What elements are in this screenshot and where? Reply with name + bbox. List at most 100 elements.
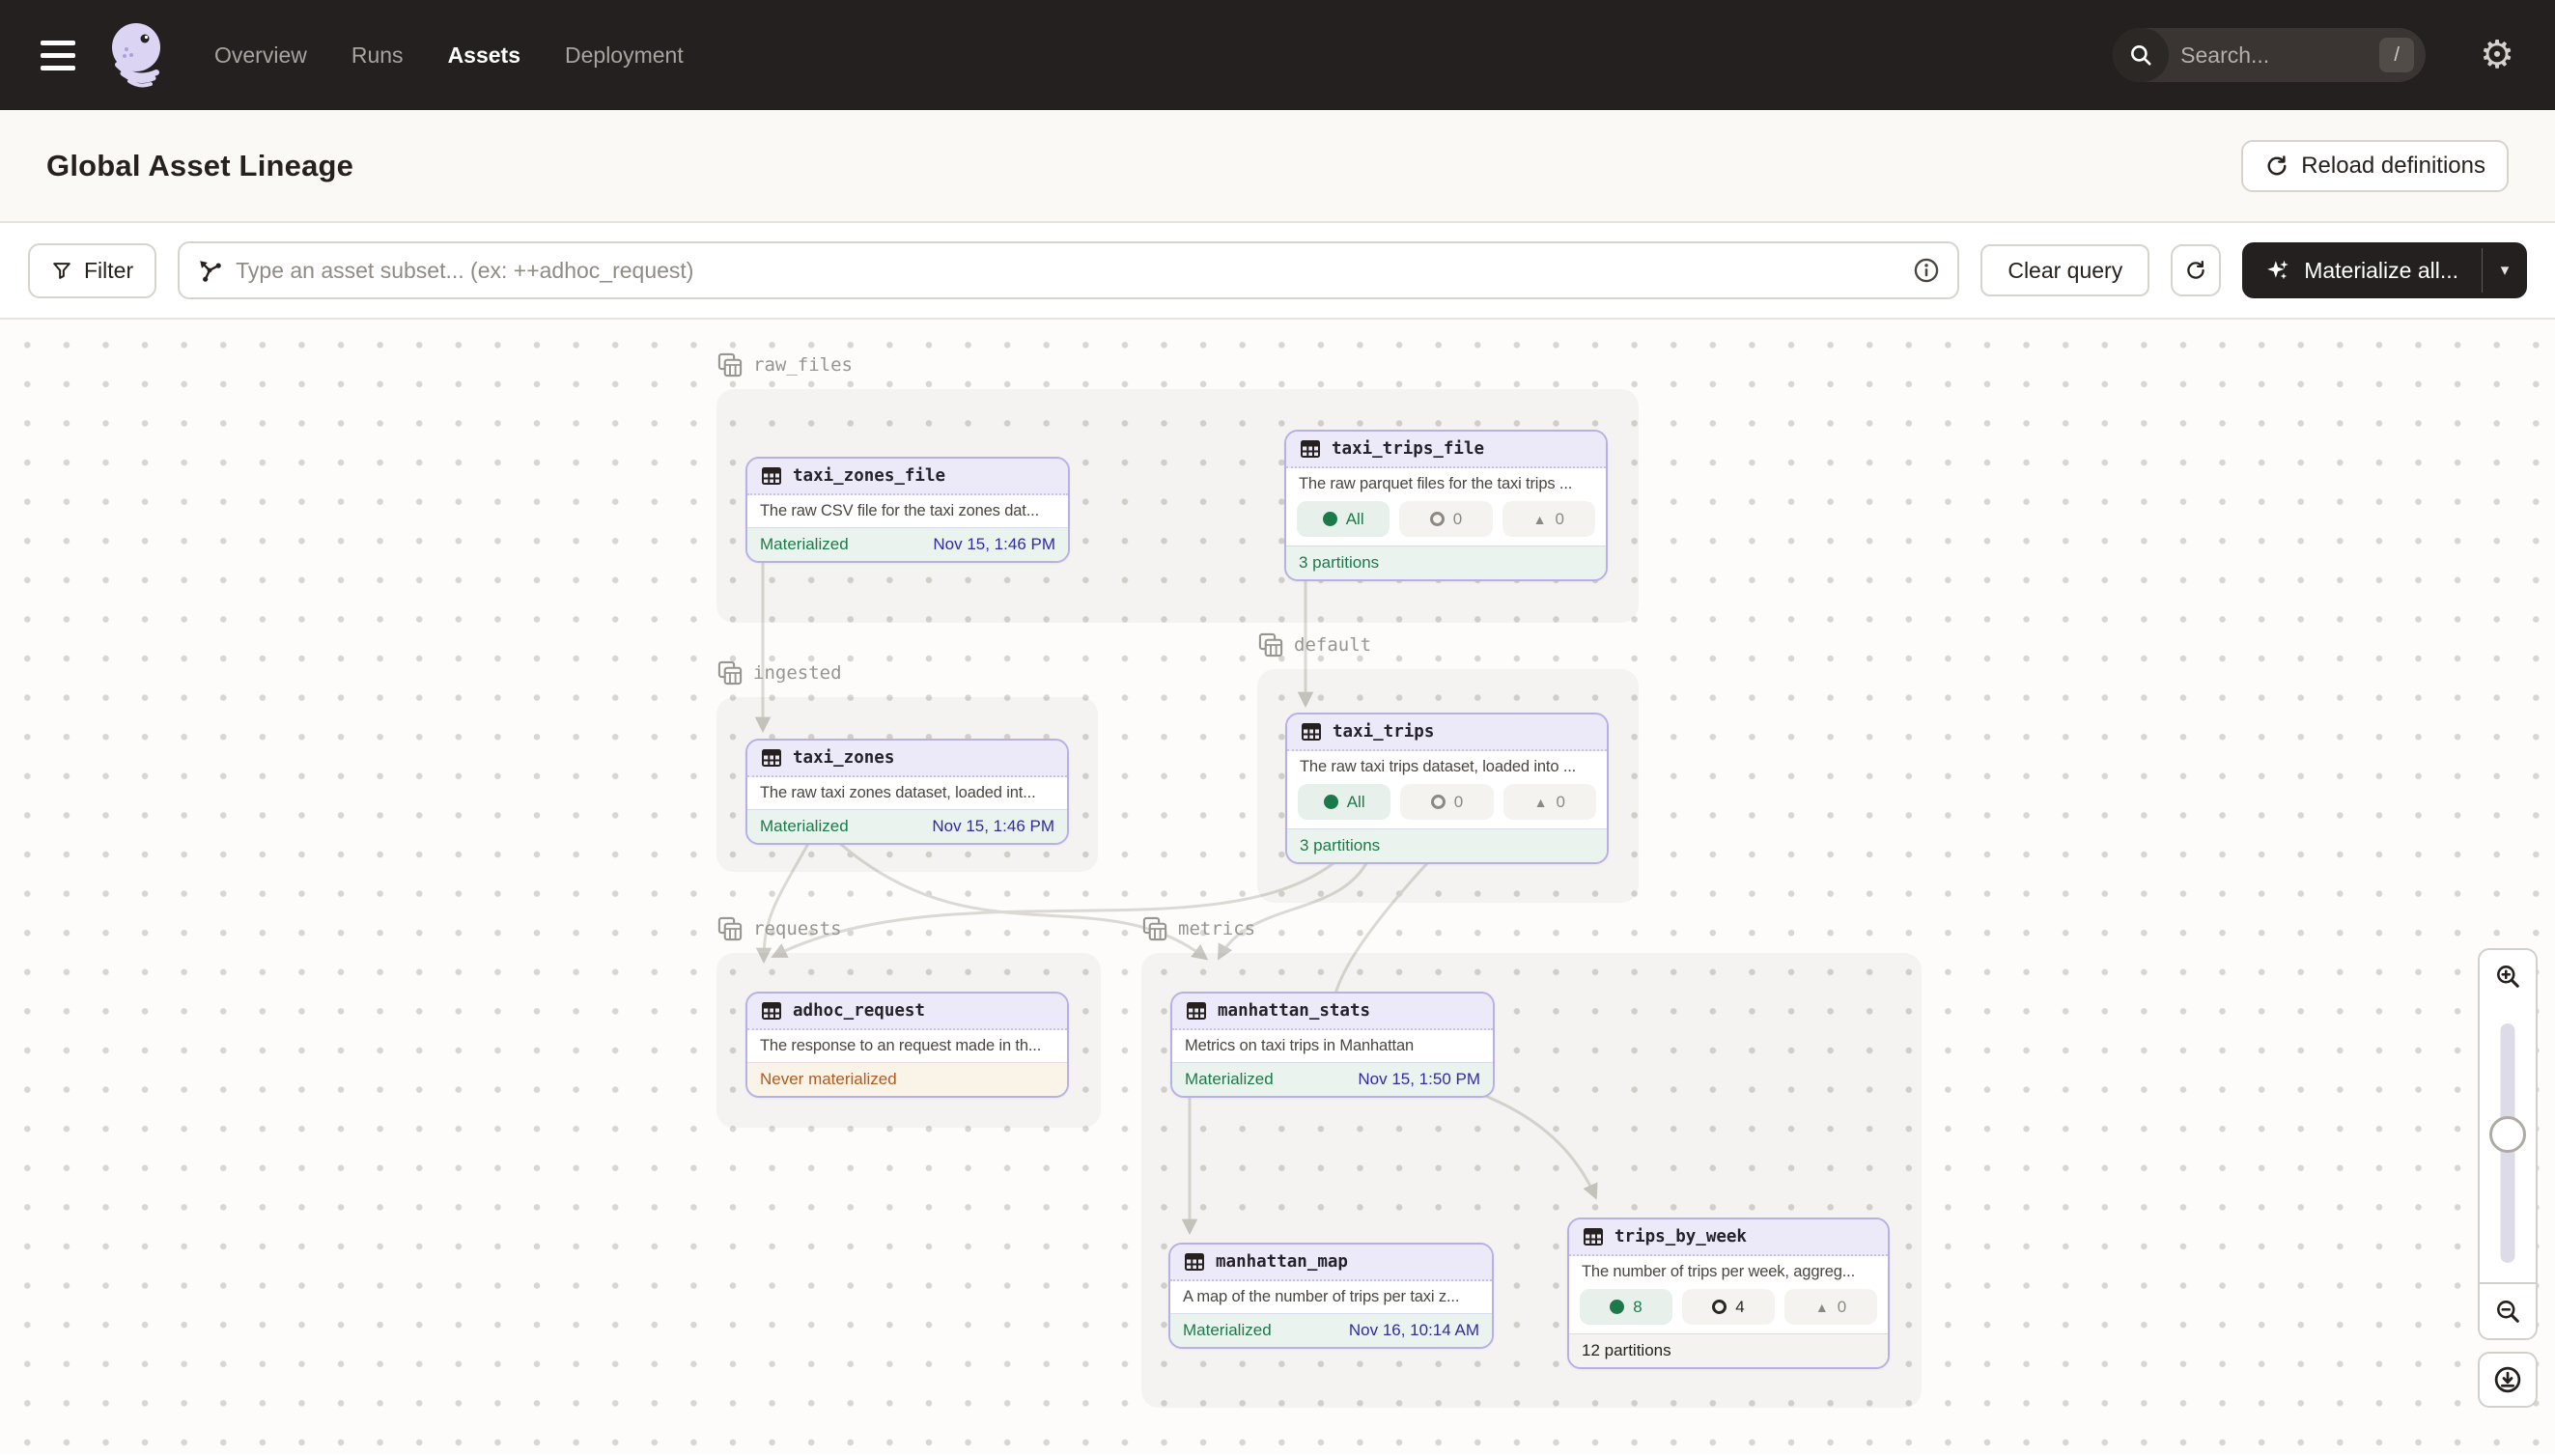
nav-link-runs[interactable]: Runs [351,42,404,69]
asset-node-taxi-trips[interactable]: taxi_trips The raw taxi trips dataset, l… [1285,713,1609,864]
download-image-button[interactable] [2478,1352,2538,1408]
missing-partitions-badge[interactable]: 0 [1784,1289,1877,1325]
reload-definitions-button[interactable]: Reload definitions [2241,140,2509,192]
lineage-canvas[interactable]: raw_files ingested default requests metr… [0,320,2555,1454]
asset-description: The number of trips per week, aggreg... [1569,1256,1888,1288]
triangle-icon [1533,510,1547,529]
table-icon [760,746,783,770]
ring-icon [1431,795,1446,809]
ring-icon [1430,512,1445,526]
materialization-timestamp[interactable]: Nov 16, 10:14 AM [1349,1321,1479,1340]
asset-query-input[interactable] [236,258,1899,284]
nav-link-deployment[interactable]: Deployment [565,42,684,69]
group-label-requests[interactable]: requests [716,914,842,943]
info-icon[interactable] [1913,257,1940,284]
materialize-all-button[interactable]: Materialize all... ▾ [2242,242,2527,298]
asset-node-manhattan-map[interactable]: manhattan_map A map of the number of tri… [1168,1243,1494,1349]
zoom-slider[interactable] [2478,1002,2538,1284]
filter-button[interactable]: Filter [28,243,156,298]
status-label: Materialized [1183,1321,1272,1340]
status-label: Never materialized [760,1070,897,1089]
status-label: Materialized [760,817,849,836]
partitions-count: 12 partitions [1582,1341,1671,1360]
asset-node-header: trips_by_week [1569,1219,1888,1256]
gear-icon[interactable]: ⚙ [2480,36,2514,74]
asset-name: manhattan_map [1216,1252,1348,1272]
asset-description: The raw parquet files for the taxi trips… [1286,468,1606,500]
asset-name: taxi_zones [793,748,894,768]
materialization-timestamp[interactable]: Nov 15, 1:50 PM [1358,1070,1480,1089]
partitions-count: 3 partitions [1300,836,1380,855]
refresh-icon [2264,154,2289,179]
table-icon [760,464,783,488]
zoom-out-button[interactable] [2478,1282,2538,1340]
asset-group-icon [716,915,744,942]
asset-name: manhattan_stats [1218,1001,1370,1021]
asset-name: taxi_trips_file [1332,439,1484,459]
refresh-button[interactable] [2171,244,2221,296]
dagster-logo[interactable] [106,20,172,90]
triangle-icon [1815,1298,1829,1317]
failed-partitions-badge[interactable]: 0 [1399,501,1492,537]
zoom-slider-thumb[interactable] [2489,1116,2526,1153]
nav-link-overview[interactable]: Overview [214,42,307,69]
asset-query-field [178,241,1959,299]
group-label-raw-files[interactable]: raw_files [716,350,853,379]
group-label-metrics[interactable]: metrics [1141,914,1255,943]
asset-partitions-footer: 3 partitions [1287,828,1607,862]
page-header: Global Asset Lineage Reload definitions [0,110,2555,223]
refresh-icon [2184,259,2207,282]
hamburger-menu-icon[interactable] [41,41,79,70]
materialize-dropdown-caret[interactable]: ▾ [2483,242,2527,298]
asset-name: taxi_zones_file [793,466,945,486]
asset-node-taxi-trips-file[interactable]: taxi_trips_file The raw parquet files fo… [1284,430,1608,581]
partition-badges: All 0 0 [1286,500,1606,546]
asset-node-trips-by-week[interactable]: trips_by_week The number of trips per we… [1567,1218,1890,1369]
asset-description: A map of the number of trips per taxi z.… [1170,1281,1492,1313]
materialized-partitions-badge[interactable]: All [1298,784,1390,820]
global-search[interactable]: / [2113,28,2426,82]
lineage-toolbar: Filter Clear query [0,223,2555,320]
group-label-ingested[interactable]: ingested [716,658,842,687]
asset-description: Metrics on taxi trips in Manhattan [1172,1030,1493,1062]
nav-link-assets[interactable]: Assets [448,42,520,69]
asset-node-header: taxi_zones [747,741,1067,777]
asset-description: The response to an request made in th... [747,1030,1067,1062]
materialized-partitions-badge[interactable]: All [1297,501,1390,537]
search-input[interactable] [2169,42,2379,69]
partition-badges: 8 4 0 [1569,1288,1888,1333]
asset-node-header: taxi_trips_file [1286,432,1606,468]
missing-partitions-badge[interactable]: 0 [1502,501,1595,537]
asset-node-manhattan-stats[interactable]: manhattan_stats Metrics on taxi trips in… [1170,992,1495,1098]
slash-shortcut-badge: / [2379,38,2414,72]
asset-group-icon [716,659,744,686]
asset-name: trips_by_week [1614,1227,1747,1246]
asset-partitions-footer: 12 partitions [1569,1333,1888,1367]
asset-node-header: adhoc_request [747,994,1067,1030]
asset-status-footer: Materialized Nov 15, 1:46 PM [747,809,1067,843]
zoom-in-button[interactable] [2478,948,2538,1004]
search-icon [2113,28,2169,82]
nav-links: Overview Runs Assets Deployment [214,42,684,69]
asset-selector-icon [197,258,222,283]
asset-group-icon [716,351,744,378]
group-label-default[interactable]: default [1257,630,1371,659]
clear-query-button[interactable]: Clear query [1980,244,2149,296]
missing-partitions-badge[interactable]: 0 [1503,784,1596,820]
materialization-timestamp[interactable]: Nov 15, 1:46 PM [932,817,1054,836]
failed-partitions-badge[interactable]: 4 [1682,1289,1775,1325]
materialized-partitions-badge[interactable]: 8 [1580,1289,1672,1325]
table-icon [1300,720,1323,743]
asset-partitions-footer: 3 partitions [1286,546,1606,579]
asset-status-footer: Materialized Nov 15, 1:50 PM [1172,1062,1493,1096]
partitions-count: 3 partitions [1299,553,1379,573]
materialization-timestamp[interactable]: Nov 15, 1:46 PM [933,535,1055,554]
failed-partitions-badge[interactable]: 0 [1400,784,1493,820]
asset-status-footer: Materialized Nov 16, 10:14 AM [1170,1313,1492,1347]
asset-node-adhoc-request[interactable]: adhoc_request The response to an request… [745,992,1069,1098]
dot-icon [1610,1300,1624,1314]
asset-description: The raw CSV file for the taxi zones dat.… [747,495,1068,527]
asset-node-taxi-zones-file[interactable]: taxi_zones_file The raw CSV file for the… [745,457,1070,563]
asset-node-taxi-zones[interactable]: taxi_zones The raw taxi zones dataset, l… [745,739,1069,845]
triangle-icon [1534,793,1548,812]
